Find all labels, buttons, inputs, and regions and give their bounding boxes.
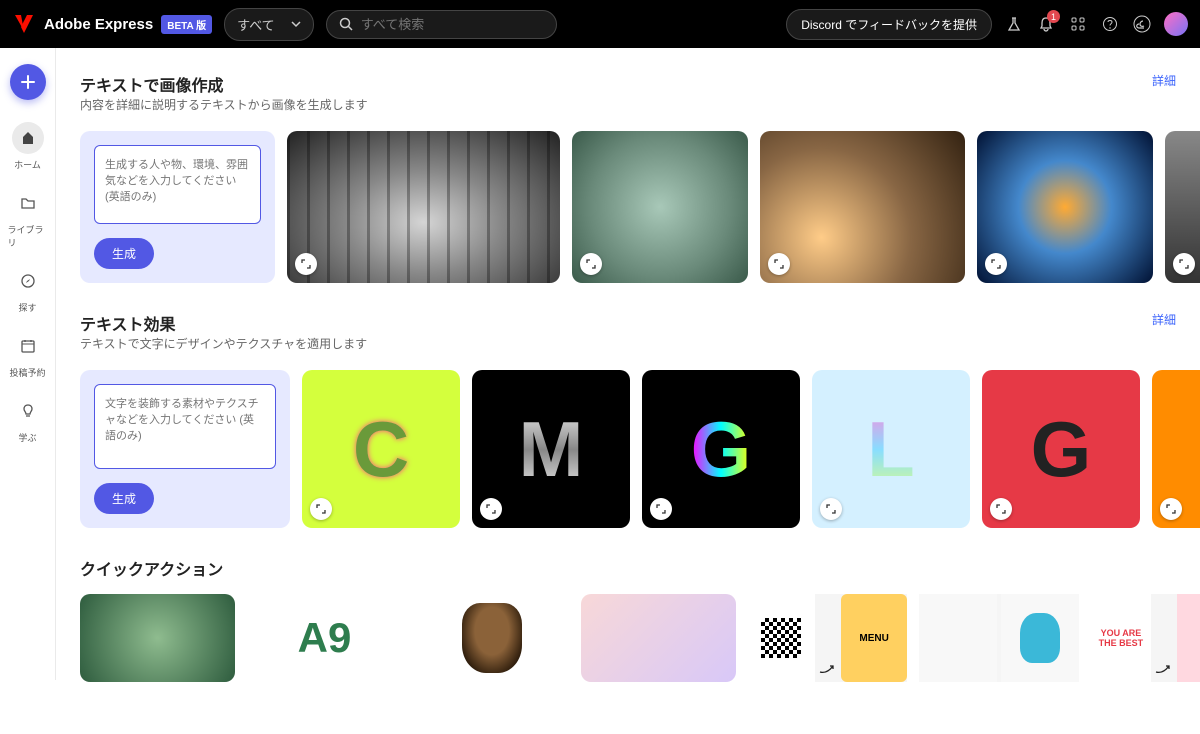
section-title: テキストで画像作成: [80, 72, 368, 96]
sidebar: ホーム ライブラリ 探す 投稿予約 学ぶ: [0, 48, 56, 680]
compass-icon: [20, 273, 36, 289]
expand-icon[interactable]: [768, 253, 790, 275]
creative-cloud-icon[interactable]: [1132, 14, 1152, 34]
qa-crop[interactable]: [581, 594, 736, 682]
prompt-textarea[interactable]: [94, 145, 261, 224]
header-icon-group: 1: [1004, 12, 1188, 36]
discord-feedback-button[interactable]: Discord でフィードバックを提供: [786, 9, 992, 40]
expand-icon[interactable]: [650, 498, 672, 520]
detail-link[interactable]: 詳細: [1152, 311, 1176, 328]
main-content: テキストで画像作成 内容を詳細に説明するテキストから画像を生成します 詳細 生成…: [56, 48, 1200, 734]
sidebar-item-schedule[interactable]: 投稿予約: [4, 324, 52, 385]
top-header: Adobe Express BETA 版 すべて Discord でフィードバッ…: [0, 0, 1200, 48]
expand-icon[interactable]: [580, 253, 602, 275]
sidebar-item-library[interactable]: ライブラリ: [4, 181, 52, 255]
expand-icon[interactable]: [985, 253, 1007, 275]
thumb-rhino[interactable]: [1165, 131, 1200, 283]
sidebar-item-home[interactable]: ホーム: [4, 116, 52, 177]
expand-icon[interactable]: [820, 498, 842, 520]
thumb-ant[interactable]: [760, 131, 965, 283]
app-name: Adobe Express: [44, 16, 153, 33]
expand-icon[interactable]: [295, 253, 317, 275]
expand-icon[interactable]: [310, 498, 332, 520]
detail-link[interactable]: 詳細: [1152, 72, 1176, 89]
section-text-effects: テキスト効果 テキストで文字にデザインやテクスチャを適用します 詳細 生成: [80, 311, 1200, 528]
search-icon: [339, 17, 353, 31]
notification-badge: 1: [1047, 10, 1060, 23]
qa-remove-bg[interactable]: [414, 594, 569, 682]
arrow-icon: [819, 594, 837, 682]
thumb-letter-g-collage[interactable]: [982, 370, 1140, 528]
section-desc: 内容を詳細に説明するテキストから画像を生成します: [80, 96, 368, 113]
thumb-letter-m[interactable]: [472, 370, 630, 528]
user-avatar[interactable]: [1164, 12, 1188, 36]
folder-icon: [20, 195, 36, 211]
home-icon: [20, 130, 36, 146]
filter-label: すべて: [237, 15, 275, 34]
notification-icon[interactable]: 1: [1036, 14, 1056, 34]
section-title: テキスト効果: [80, 311, 367, 335]
thumb-letter-g-glitch[interactable]: [642, 370, 800, 528]
qa-qr-menu[interactable]: MENU: [748, 594, 907, 682]
adobe-logo-icon: [12, 12, 36, 36]
qa-generate-image[interactable]: [80, 594, 235, 682]
beta-badge: BETA 版: [161, 15, 212, 34]
filter-dropdown[interactable]: すべて: [224, 8, 314, 41]
sidebar-item-explore[interactable]: 探す: [4, 259, 52, 320]
qa-you-best[interactable]: [1091, 594, 1200, 682]
sidebar-item-learn[interactable]: 学ぶ: [4, 389, 52, 450]
thumb-jar[interactable]: [572, 131, 748, 283]
search-input[interactable]: [361, 17, 544, 32]
prompt-card-text-to-image: 生成: [80, 131, 275, 283]
qr-icon: [761, 618, 801, 658]
qa-character[interactable]: [919, 594, 1078, 682]
thumb-letter-l[interactable]: [812, 370, 970, 528]
help-icon[interactable]: [1100, 14, 1120, 34]
logo-group: Adobe Express BETA 版: [12, 12, 212, 36]
thumb-letter-c[interactable]: [302, 370, 460, 528]
thumb-forest[interactable]: [287, 131, 560, 283]
thumb-cosmic[interactable]: [977, 131, 1153, 283]
prompt-card-text-effects: 生成: [80, 370, 290, 528]
expand-icon[interactable]: [990, 498, 1012, 520]
bulb-icon: [20, 403, 36, 419]
section-desc: テキストで文字にデザインやテクスチャを適用します: [80, 335, 367, 352]
thumb-orange[interactable]: [1152, 370, 1200, 528]
apps-grid-icon[interactable]: [1068, 14, 1088, 34]
generate-button[interactable]: 生成: [94, 483, 154, 514]
search-bar[interactable]: [326, 10, 557, 39]
generate-button[interactable]: 生成: [94, 238, 154, 269]
flask-icon[interactable]: [1004, 14, 1024, 34]
prompt-textarea[interactable]: [94, 384, 276, 469]
new-button[interactable]: [10, 64, 46, 100]
section-text-to-image: テキストで画像作成 内容を詳細に説明するテキストから画像を生成します 詳細 生成: [80, 72, 1200, 283]
expand-icon[interactable]: [1160, 498, 1182, 520]
chevron-down-icon: [291, 19, 301, 29]
plus-icon: [20, 74, 36, 90]
calendar-icon: [20, 338, 36, 354]
section-quick-actions: クイックアクション MENU: [80, 556, 1200, 682]
expand-icon[interactable]: [480, 498, 502, 520]
expand-icon[interactable]: [1173, 253, 1195, 275]
qa-text-effect[interactable]: [247, 594, 402, 682]
section-title: クイックアクション: [80, 556, 1200, 580]
arrow-icon: [1155, 594, 1173, 682]
